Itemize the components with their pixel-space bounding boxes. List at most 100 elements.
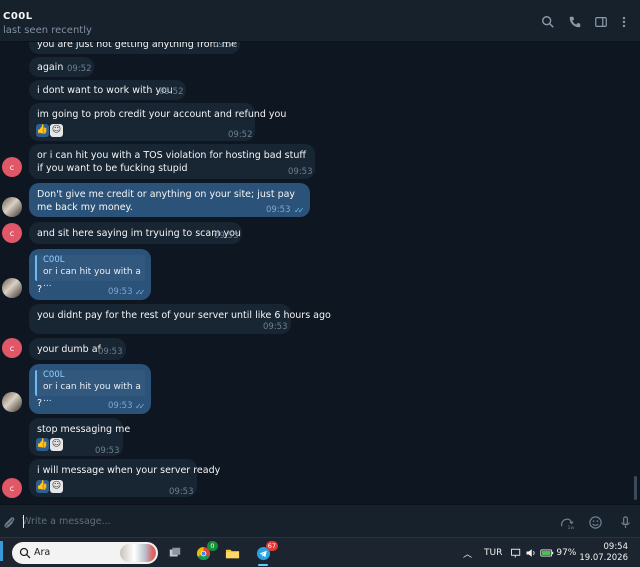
message-bubble[interactable]: i will message when your server ready 👍 … [29, 459, 220, 497]
message-text: again [37, 62, 64, 73]
read-checkmarks-icon: ✓✓ [135, 288, 146, 297]
system-tray: ︿ TUR 97% [463, 538, 576, 567]
message-bubble-outgoing[interactable]: C00L or i can hit you with a ... ? 09:53… [29, 364, 151, 414]
message-bubble[interactable]: you are just not getting anything from m… [29, 42, 240, 54]
message-text: and sit here saying im tryuing to scam y… [37, 228, 241, 239]
search-label: Ara [34, 547, 51, 558]
message-reactions[interactable]: 👍 ☺ [36, 438, 63, 452]
message-time: 09:52 [67, 64, 92, 74]
message-reactions[interactable]: 👍 ☺ [36, 124, 63, 138]
battery-icon[interactable] [540, 548, 554, 558]
search-icon [19, 547, 31, 559]
chevron-up-icon[interactable]: ︿ [463, 547, 472, 560]
avatar-reaction[interactable]: ☺ [50, 124, 63, 137]
message-bubble[interactable]: you didnt pay for the rest of your serve… [29, 304, 331, 334]
message-bubble[interactable]: or i can hit you with a TOS violation fo… [29, 144, 315, 179]
message-text: or i can hit you with a TOS violation fo… [37, 150, 306, 174]
message-time: 09:53 [169, 487, 194, 497]
taskbar-search[interactable]: Ara [12, 542, 158, 564]
bot-commands-icon[interactable]: 1w [557, 513, 575, 531]
reply-preview[interactable]: C00L or i can hit you with a ... [35, 370, 145, 404]
thumbs-up-reaction[interactable]: 👍 [36, 438, 49, 451]
message-time: 09:53 [108, 287, 133, 297]
message-text: your dumb af [37, 344, 101, 355]
message-time: 09:52 [228, 130, 253, 140]
message-time: 09:53 [266, 205, 291, 215]
task-view-icon[interactable] [165, 543, 185, 563]
more-vertical-icon[interactable] [616, 14, 632, 30]
message-time: 09:53 [288, 167, 313, 177]
emoji-icon[interactable] [586, 513, 604, 531]
search-highlight-image [120, 544, 156, 562]
message-time: 09:52 [159, 87, 184, 97]
message-bubble[interactable]: stop messaging me 👍 ☺ 09:53 [29, 418, 130, 456]
text-caret [23, 515, 24, 528]
message-text: i will message when your server ready [37, 465, 221, 476]
message-time: 09:53 [214, 231, 239, 241]
windows-taskbar: Ara 0 67 ︿ TUR 97% 09:54 19.07.2026 [0, 537, 640, 567]
message-time: 09:53 [98, 347, 123, 357]
phone-icon[interactable] [567, 14, 583, 30]
chat-status: last seen recently [3, 25, 92, 36]
avatar-c[interactable]: c [2, 338, 22, 358]
clock-date: 19.07.2026 [579, 553, 628, 563]
read-checkmarks-icon: ✓✓ [135, 402, 146, 411]
active-app-indicator [258, 564, 268, 566]
avatar-reaction[interactable]: ☺ [50, 438, 63, 451]
taskbar-clock[interactable]: 09:54 19.07.2026 [579, 542, 628, 564]
chat-header[interactable]: C00L last seen recently [0, 0, 640, 42]
telegram-taskbar-icon[interactable]: 67 [253, 541, 278, 566]
message-text: stop messaging me [37, 424, 131, 435]
telegram-badge: 67 [265, 541, 278, 551]
message-bubble[interactable]: and sit here saying im tryuing to scam y… [29, 222, 242, 244]
message-text: i dont want to work with you [37, 85, 173, 96]
chrome-badge: 0 [207, 541, 218, 551]
avatar-c[interactable]: c [2, 478, 22, 498]
message-list[interactable]: you are just not getting anything from m… [0, 42, 640, 504]
telegram-window: C00L last seen recently you are just not… [0, 0, 640, 567]
reply-author: C00L [43, 370, 65, 380]
message-time: 09:53 [108, 401, 133, 411]
avatar-c[interactable]: c [2, 223, 22, 243]
message-text: ? [37, 284, 43, 295]
microphone-icon[interactable] [616, 513, 634, 531]
message-bubble[interactable]: im going to prob credit your account and… [29, 103, 286, 141]
message-bubble-outgoing[interactable]: C00L or i can hit you with a ... ? 09:53… [29, 249, 151, 300]
message-input[interactable] [22, 513, 522, 530]
battery-percent: 97% [556, 548, 577, 558]
message-bubble[interactable]: your dumb af 09:53 [29, 338, 126, 360]
search-icon[interactable] [540, 14, 556, 30]
chrome-icon[interactable]: 0 [193, 541, 218, 563]
message-bubble-outgoing[interactable]: Don't give me credit or anything on your… [29, 183, 310, 217]
message-time: 09:53 [95, 446, 120, 456]
message-time: 09:53 [263, 322, 288, 332]
chat-scrollbar[interactable] [634, 476, 637, 500]
chat-title[interactable]: C00L [3, 11, 33, 22]
avatar-reaction[interactable]: ☺ [50, 480, 63, 493]
reply-preview[interactable]: C00L or i can hit you with a ... [35, 255, 145, 289]
clock-time: 09:54 [603, 542, 629, 552]
user-avatar[interactable] [2, 278, 22, 298]
message-time: 09:52 [213, 42, 238, 50]
volume-icon[interactable] [525, 547, 537, 559]
window-edge-indicator [0, 541, 3, 561]
attach-icon[interactable] [0, 513, 18, 531]
user-avatar[interactable] [2, 392, 22, 412]
thumbs-up-reaction[interactable]: 👍 [36, 124, 49, 137]
read-checkmarks-icon: ✓✓ [294, 206, 305, 215]
sidebar-toggle-icon[interactable] [593, 14, 609, 30]
language-indicator[interactable]: TUR [484, 548, 502, 558]
message-bubble[interactable]: again 09:52 [29, 57, 94, 77]
avatar-c[interactable]: c [2, 157, 22, 177]
message-composer[interactable]: 1w [0, 504, 640, 537]
user-avatar[interactable] [2, 197, 22, 217]
network-icon[interactable] [510, 547, 522, 559]
svg-text:1w: 1w [567, 525, 574, 530]
thumbs-up-reaction[interactable]: 👍 [36, 480, 49, 493]
reply-author: C00L [43, 255, 65, 265]
file-explorer-icon[interactable] [222, 543, 242, 563]
message-text: im going to prob credit your account and… [37, 109, 287, 120]
message-reactions[interactable]: 👍 ☺ [36, 480, 63, 494]
message-text: you are just not getting anything from m… [37, 42, 237, 50]
message-bubble[interactable]: i dont want to work with you 09:52 [29, 80, 186, 100]
